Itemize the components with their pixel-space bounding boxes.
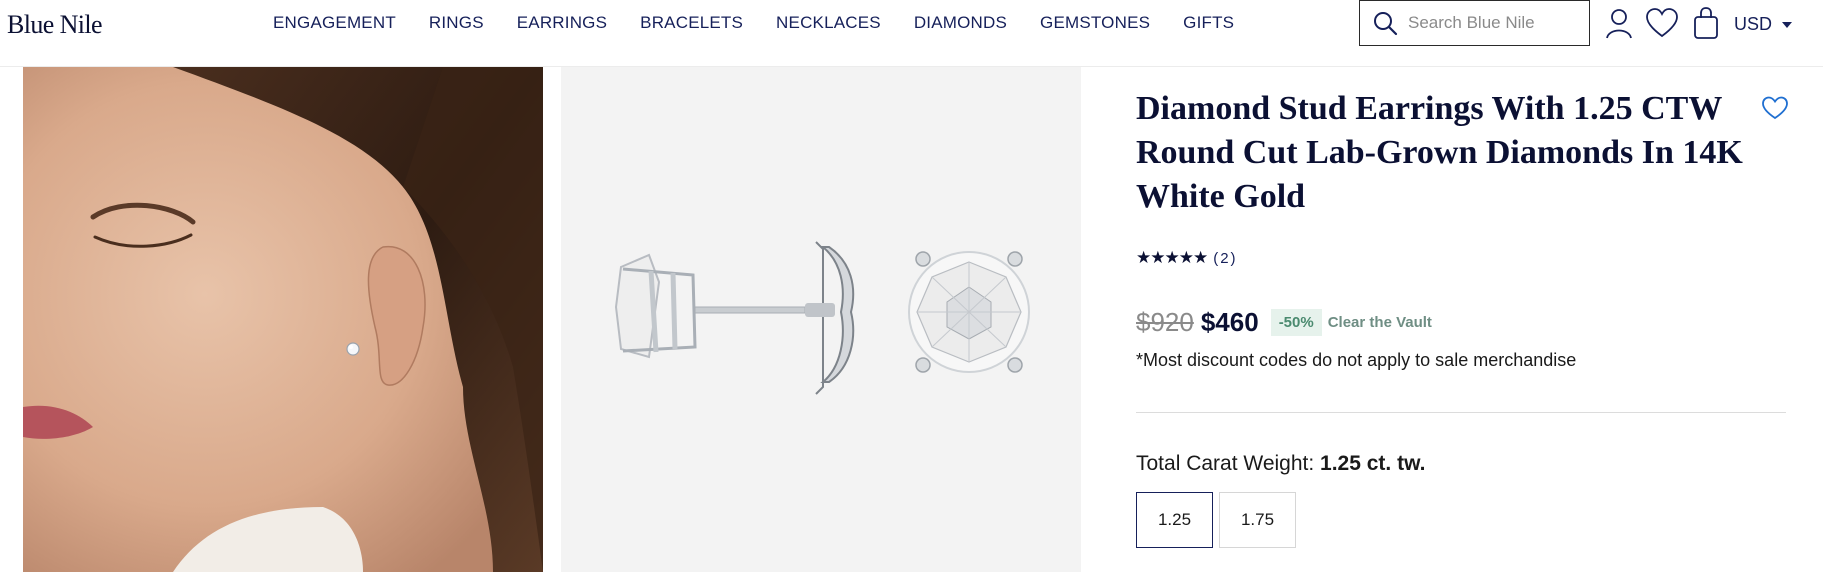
nav-item-gifts[interactable]: GIFTS <box>1183 13 1234 33</box>
discount-disclaimer: *Most discount codes do not apply to sal… <box>1136 350 1577 370</box>
sale-label: Clear the Vault <box>1327 314 1432 331</box>
price-original: $920 <box>1136 307 1194 337</box>
search-icon[interactable] <box>1372 10 1398 36</box>
carat-option-1-25[interactable]: 1.25 <box>1136 492 1213 548</box>
heart-icon[interactable] <box>1645 6 1679 40</box>
product-image-earring[interactable] <box>561 67 1081 572</box>
rating-summary[interactable]: ★★★★★ (2) <box>1136 248 1238 268</box>
bag-icon[interactable] <box>1692 6 1720 40</box>
model-photo <box>23 67 543 572</box>
search-input[interactable] <box>1408 13 1568 33</box>
wishlist-heart-icon[interactable] <box>1761 95 1789 121</box>
nav-item-bracelets[interactable]: BRACELETS <box>640 13 743 33</box>
currency-label: USD <box>1734 14 1773 34</box>
nav-item-necklaces[interactable]: NECKLACES <box>776 13 881 33</box>
discount-badge: -50% <box>1270 309 1322 336</box>
nav-item-rings[interactable]: RINGS <box>429 13 484 33</box>
account-icon[interactable] <box>1603 6 1635 40</box>
currency-selector[interactable]: USD <box>1734 14 1793 35</box>
divider <box>1136 412 1786 413</box>
main-nav: ENGAGEMENT RINGS EARRINGS BRACELETS NECK… <box>273 13 1267 33</box>
brand-logo[interactable]: Blue Nile <box>7 10 103 40</box>
nav-item-gemstones[interactable]: GEMSTONES <box>1040 13 1150 33</box>
review-count[interactable]: (2) <box>1213 250 1237 267</box>
price-sale: $460 <box>1200 307 1259 337</box>
star-rating-icon: ★★★★★ <box>1136 248 1208 267</box>
earring-photo <box>561 67 1081 572</box>
carat-option-1-75[interactable]: 1.75 <box>1219 492 1296 548</box>
nav-item-engagement[interactable]: ENGAGEMENT <box>273 13 396 33</box>
carat-options: 1.25 1.75 <box>1136 492 1296 548</box>
price-row: $920 $460 -50% Clear the Vault <box>1136 307 1432 338</box>
search-box[interactable] <box>1359 0 1590 46</box>
carat-weight-label: Total Carat Weight: 1.25 ct. tw. <box>1136 452 1425 476</box>
chevron-down-icon <box>1782 21 1793 28</box>
nav-item-diamonds[interactable]: DIAMONDS <box>914 13 1007 33</box>
carat-label-text: Total Carat Weight: <box>1136 452 1321 475</box>
site-header: Blue Nile ENGAGEMENT RINGS EARRINGS BRAC… <box>0 0 1823 67</box>
nav-item-earrings[interactable]: EARRINGS <box>517 13 607 33</box>
product-image-model[interactable] <box>23 67 543 572</box>
product-title: Diamond Stud Earrings With 1.25 CTW Roun… <box>1136 90 1743 215</box>
carat-selected-value: 1.25 ct. tw. <box>1320 452 1426 475</box>
